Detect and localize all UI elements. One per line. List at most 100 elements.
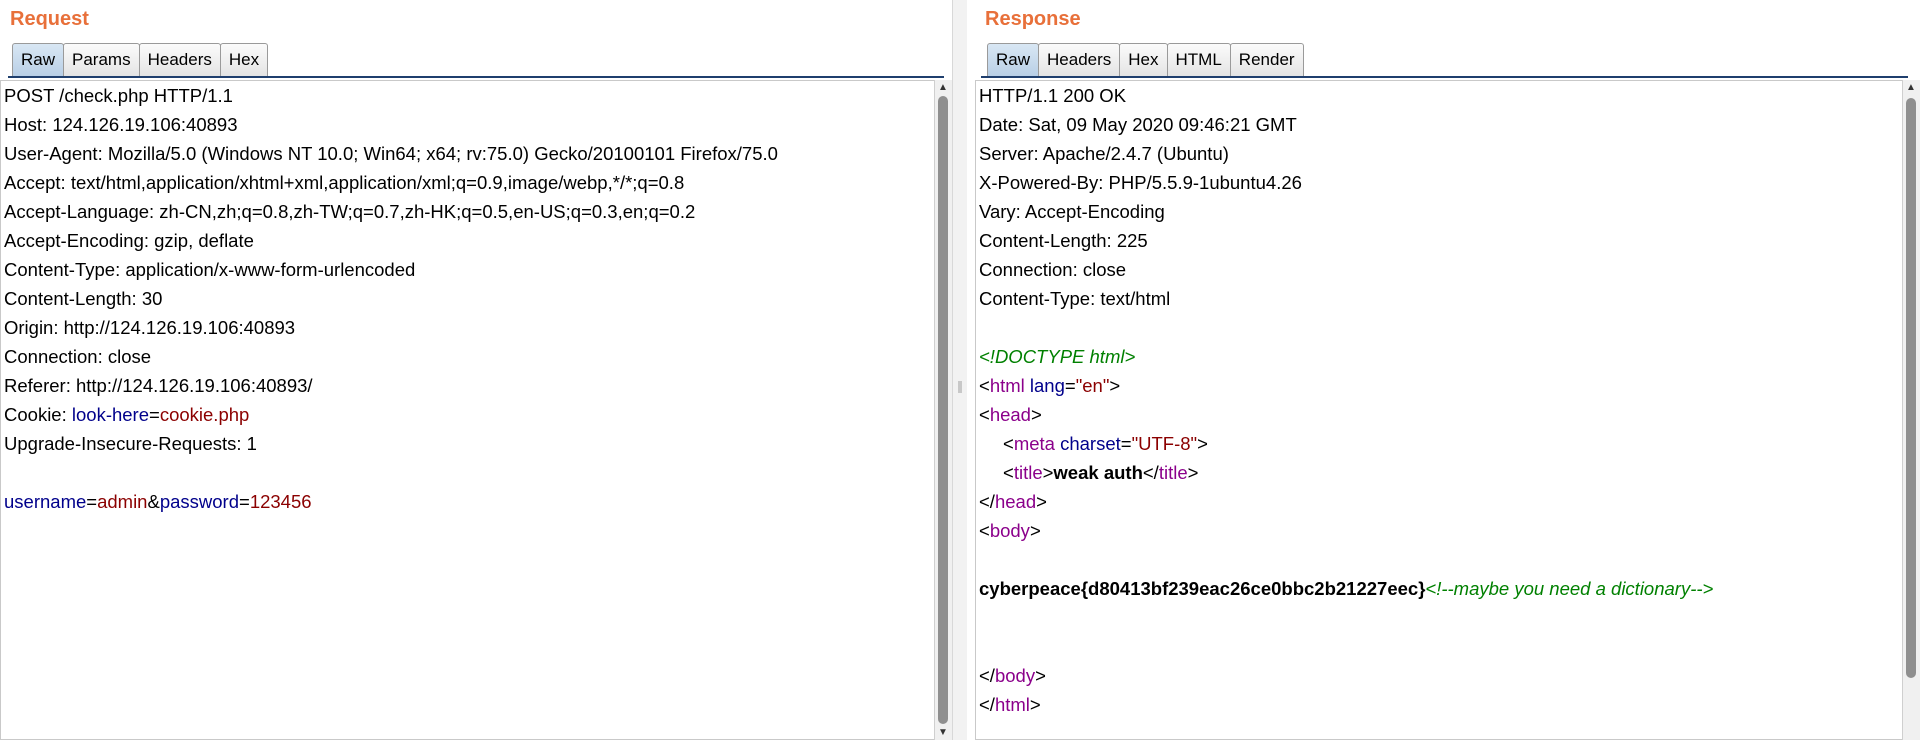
param-username-value: admin	[97, 491, 148, 512]
request-title: Request	[10, 8, 89, 30]
response-editor[interactable]: HTTP/1.1 200 OK Date: Sat, 09 May 2020 0…	[975, 80, 1903, 740]
cookie-value: cookie.php	[159, 404, 250, 425]
scroll-up-icon[interactable]: ▲	[938, 82, 948, 93]
request-tab-raw[interactable]: Raw	[12, 43, 65, 76]
response-scrollbar[interactable]: ▲	[1902, 80, 1920, 740]
response-line: Date: Sat, 09 May 2020 09:46:21 GMT	[979, 114, 1297, 135]
bracket: <	[1003, 462, 1014, 483]
flag-line: cyberpeace{d80413bf239eac26ce0bbc2b21227…	[979, 574, 1713, 603]
response-line: Content-Type: text/html	[979, 288, 1171, 309]
flag-text: cyberpeace{d80413bf239eac26ce0bbc2b21227…	[979, 578, 1426, 599]
bracket: >	[1187, 462, 1199, 483]
tag-name: head	[994, 491, 1037, 512]
request-line: Accept: text/html,application/xhtml+xml,…	[4, 172, 685, 193]
param-password-value: 123456	[249, 491, 312, 512]
tag-name: body	[989, 520, 1030, 541]
param-password-key: password	[159, 491, 239, 512]
request-tab-hex[interactable]: Hex	[219, 43, 269, 76]
bracket: >	[1109, 375, 1121, 396]
bracket: </	[979, 665, 995, 686]
eq: =	[1064, 375, 1076, 396]
tag-name: html	[994, 694, 1030, 715]
request-line: Host: 124.126.19.106:40893	[4, 114, 238, 135]
eq: =	[1120, 433, 1132, 454]
bracket: >	[1197, 433, 1208, 454]
request-line: Content-Length: 30	[4, 288, 163, 309]
request-line: Origin: http://124.126.19.106:40893	[4, 317, 296, 338]
request-line: User-Agent: Mozilla/5.0 (Windows NT 10.0…	[4, 143, 778, 164]
param-username-key: username	[4, 491, 87, 512]
cookie-prefix: Cookie:	[4, 404, 72, 425]
bracket: <	[979, 520, 990, 541]
html-comment: <!--maybe you need a dictionary-->	[1425, 578, 1714, 599]
param-eq: =	[239, 491, 250, 512]
request-body-line: username=admin&password=123456	[4, 487, 312, 516]
body-close-tag: </body>	[979, 661, 1046, 690]
response-tab-html[interactable]: HTML	[1166, 43, 1231, 76]
html-doctype: <!DOCTYPE html>	[979, 346, 1136, 367]
scroll-up-icon[interactable]: ▲	[1906, 82, 1916, 93]
bracket: >	[1029, 520, 1041, 541]
response-tab-render[interactable]: Render	[1229, 43, 1304, 76]
response-panel: Response Raw Headers Hex HTML Render HTT…	[967, 0, 1920, 740]
bracket: <	[979, 375, 990, 396]
tag-name: html	[989, 375, 1025, 396]
scroll-thumb[interactable]	[938, 96, 948, 724]
tag-name: title	[1158, 462, 1188, 483]
request-tab-params[interactable]: Params	[63, 43, 140, 76]
cookie-name: look-here	[71, 404, 150, 425]
param-eq: =	[86, 491, 98, 512]
response-tab-hex[interactable]: Hex	[1119, 43, 1168, 76]
request-editor[interactable]: POST /check.php HTTP/1.1 Host: 124.126.1…	[0, 80, 935, 740]
param-amp: &	[147, 491, 160, 512]
cookie-eq: =	[149, 404, 160, 425]
response-line: Server: Apache/2.4.7 (Ubuntu)	[979, 143, 1229, 164]
page-title-text: weak auth	[1053, 462, 1143, 483]
request-line: Accept-Language: zh-CN,zh;q=0.8,zh-TW;q=…	[4, 201, 696, 222]
bracket: </	[1142, 462, 1159, 483]
request-tabs: Raw Params Headers Hex	[12, 43, 269, 76]
response-tab-raw[interactable]: Raw	[987, 43, 1040, 76]
bracket: <	[979, 404, 990, 425]
request-tab-headers[interactable]: Headers	[138, 43, 221, 76]
bracket: >	[1035, 665, 1046, 686]
divider-grip-icon[interactable]	[958, 381, 962, 393]
request-line: Accept-Encoding: gzip, deflate	[4, 230, 254, 251]
request-cookie-line: Cookie: look-here=cookie.php	[4, 400, 249, 429]
tag-name: body	[994, 665, 1036, 686]
html-open-tag: <html lang="en">	[979, 371, 1120, 400]
response-tabs: Raw Headers Hex HTML Render	[987, 43, 1304, 76]
request-line: Connection: close	[4, 346, 152, 367]
request-line: Content-Type: application/x-www-form-url…	[4, 259, 416, 280]
meta-tag: <meta charset="UTF-8">	[1003, 429, 1208, 458]
bracket: >	[1036, 491, 1047, 512]
bracket: >	[1030, 404, 1042, 425]
tag-name: head	[989, 404, 1031, 425]
request-line: POST /check.php HTTP/1.1	[4, 85, 233, 106]
head-close-tag: </head>	[979, 487, 1047, 516]
response-line: Content-Length: 225	[979, 230, 1148, 251]
response-title: Response	[985, 8, 1081, 30]
bracket: >	[1042, 462, 1054, 483]
response-tab-headers[interactable]: Headers	[1038, 43, 1121, 76]
request-panel: Request Raw Params Headers Hex POST /che…	[0, 0, 952, 740]
request-line: Referer: http://124.126.19.106:40893/	[4, 375, 313, 396]
tag-name: meta	[1013, 433, 1055, 454]
attr-name: lang	[1029, 375, 1065, 396]
body-open-tag: <body>	[979, 516, 1041, 545]
bracket: </	[979, 491, 995, 512]
head-open-tag: <head>	[979, 400, 1042, 429]
scroll-down-icon[interactable]: ▼	[938, 727, 948, 738]
response-line: HTTP/1.1 200 OK	[979, 85, 1127, 106]
tab-underline	[8, 76, 944, 78]
html-close-tag: </html>	[979, 690, 1041, 719]
tag-name: title	[1013, 462, 1043, 483]
bracket: >	[1029, 694, 1041, 715]
bracket: <	[1003, 433, 1014, 454]
request-scrollbar[interactable]: ▲ ▼	[934, 80, 952, 740]
scroll-thumb[interactable]	[1906, 98, 1916, 678]
request-line: Upgrade-Insecure-Requests: 1	[4, 433, 257, 454]
attr-value: "UTF-8"	[1131, 433, 1198, 454]
attr-value: "en"	[1075, 375, 1110, 396]
attr-name: charset	[1060, 433, 1121, 454]
